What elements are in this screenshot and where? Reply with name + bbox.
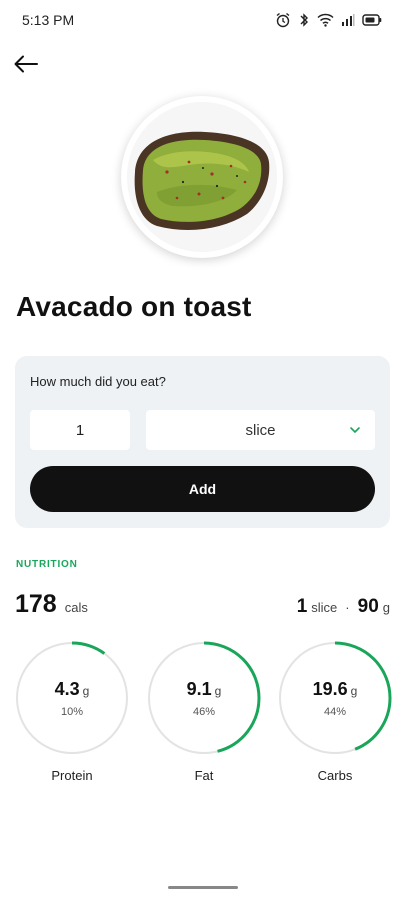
serving-weight: 90: [357, 596, 379, 617]
quantity-input[interactable]: [30, 410, 130, 450]
calories-row: 178 cals 1 slice · 90 g: [15, 590, 390, 626]
status-time: 5:13 PM: [22, 12, 75, 28]
calories-unit: cals: [64, 600, 88, 615]
alarm-icon: [276, 12, 290, 28]
macro-grams: 4.3: [54, 678, 80, 699]
macro-fat: 9.1 g 46% Fat: [146, 640, 262, 790]
macro-percent: 44%: [323, 705, 347, 718]
macro-percent: 10%: [60, 705, 84, 718]
macro-name: Fat: [194, 768, 214, 783]
macro-carbs: 19.6 g 44% Carbs: [277, 640, 393, 790]
home-indicator[interactable]: [168, 886, 238, 889]
unit-select-value: slice: [245, 421, 276, 439]
arrow-left-icon: [14, 55, 38, 73]
unit-select[interactable]: slice: [146, 410, 375, 450]
macro-protein: 4.3 g 10% Protein: [14, 640, 130, 790]
serving-summary: 1 slice · 90 g: [297, 596, 390, 618]
food-image-frame: [121, 96, 283, 258]
food-image: [127, 102, 277, 252]
portion-question: How much did you eat?: [30, 374, 166, 389]
add-button[interactable]: Add: [30, 466, 375, 512]
macro-unit: g: [350, 683, 358, 698]
battery-icon: [362, 14, 382, 26]
macro-name: Protein: [51, 768, 93, 783]
serving-weight-unit: g: [382, 600, 390, 615]
calories-value: 178: [15, 590, 57, 618]
serving-qty: 1: [296, 596, 308, 617]
signal-icon: [342, 14, 355, 26]
macros-row: 4.3 g 10% Protein 9.1 g 46% Fat 19.6 g 4…: [14, 640, 392, 800]
calories-summary: 178 cals: [15, 590, 88, 619]
food-title: Avacado on toast: [16, 291, 252, 322]
macro-grams: 9.1: [186, 678, 212, 699]
wifi-icon: [317, 13, 334, 27]
back-button[interactable]: [10, 48, 42, 80]
avocado-toast-image: [127, 102, 277, 252]
bluetooth-icon: [300, 13, 308, 27]
serving-separator: ·: [345, 600, 350, 615]
status-bar: 5:13 PM: [0, 0, 404, 40]
portion-card: How much did you eat? slice Add: [15, 356, 390, 528]
chevron-down-icon: [350, 427, 360, 434]
serving-unit: slice: [311, 600, 338, 615]
nutrition-section-label: NUTRITION: [16, 559, 78, 570]
macro-name: Carbs: [317, 768, 353, 783]
macro-unit: g: [82, 683, 90, 698]
macro-grams: 19.6: [312, 678, 348, 699]
macro-unit: g: [214, 683, 222, 698]
status-icons: [275, 12, 382, 28]
macro-percent: 46%: [192, 705, 216, 718]
